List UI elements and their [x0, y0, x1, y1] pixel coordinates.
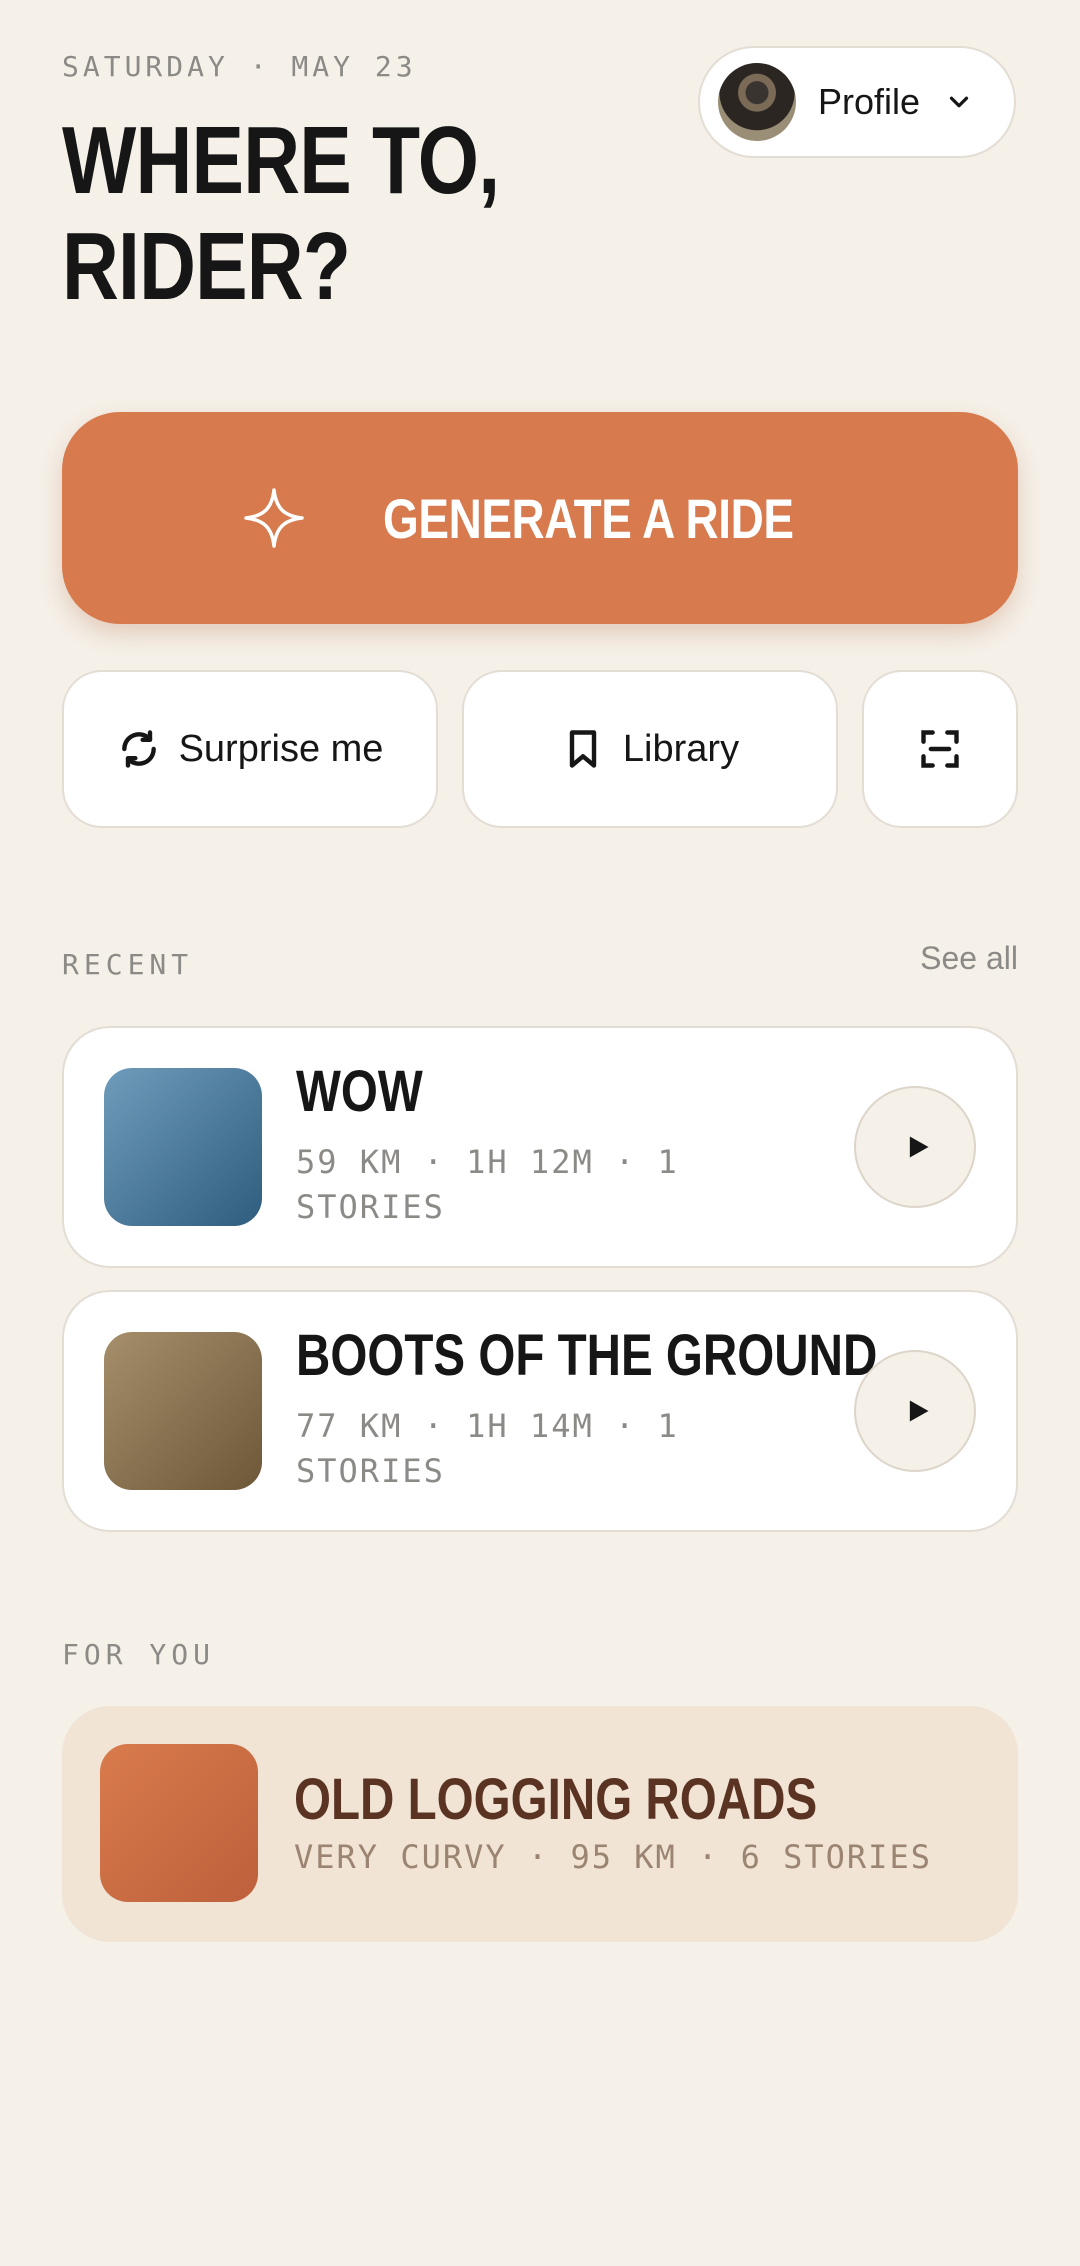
generate-ride-button[interactable]: GENERATE A RIDE: [62, 412, 1018, 624]
ride-thumbnail: [104, 1068, 262, 1226]
play-icon: [909, 1136, 929, 1158]
generate-ride-label: GENERATE A RIDE: [382, 486, 794, 550]
surprise-me-label: Surprise me: [178, 727, 384, 770]
ride-thumbnail: [104, 1332, 262, 1490]
scan-icon: [921, 730, 959, 768]
page-title: WHERE TO, RIDER?: [62, 108, 595, 320]
chevron-down-icon: [949, 96, 969, 108]
for-you-section-label: FOR YOU: [62, 1638, 216, 1671]
headline-line-2: RIDER?: [62, 213, 351, 320]
profile-menu-button[interactable]: Profile: [698, 46, 1016, 158]
recent-ride-card[interactable]: WOW 59 KM · 1H 12M · 1 STORIES: [62, 1026, 1018, 1268]
library-label: Library: [622, 727, 740, 770]
ride-meta: 59 KM · 1H 12M · 1 STORIES: [296, 1143, 679, 1226]
ride-meta: 77 KM · 1H 14M · 1 STORIES: [296, 1407, 679, 1490]
surprise-me-button[interactable]: Surprise me: [62, 670, 438, 828]
headline-line-1: WHERE TO,: [62, 107, 500, 214]
see-all-link[interactable]: See all: [920, 940, 1018, 977]
date-label: SATURDAY · MAY 23: [62, 50, 417, 83]
refresh-icon: [121, 730, 156, 768]
ride-meta: VERY CURVY · 95 KM · 6 STORIES: [294, 1838, 932, 1876]
recent-ride-card[interactable]: BOOTS OF THE GROUND 77 KM · 1H 14M · 1 S…: [62, 1290, 1018, 1532]
library-button[interactable]: Library: [462, 670, 838, 828]
play-button[interactable]: [854, 1350, 976, 1472]
ride-title: BOOTS OF THE GROUND: [296, 1323, 878, 1388]
recent-section-label: RECENT: [62, 948, 194, 981]
for-you-card[interactable]: OLD LOGGING ROADS VERY CURVY · 95 KM · 6…: [62, 1706, 1018, 1942]
avatar: [718, 63, 796, 141]
ride-title: OLD LOGGING ROADS: [294, 1767, 818, 1832]
ride-title: WOW: [296, 1059, 423, 1124]
profile-label: Profile: [818, 81, 921, 122]
bookmark-icon: [569, 730, 597, 768]
scan-button[interactable]: [862, 670, 1018, 828]
sparkle-icon: [243, 488, 304, 548]
play-button[interactable]: [854, 1086, 976, 1208]
ride-thumbnail: [100, 1744, 258, 1902]
play-icon: [909, 1400, 929, 1422]
